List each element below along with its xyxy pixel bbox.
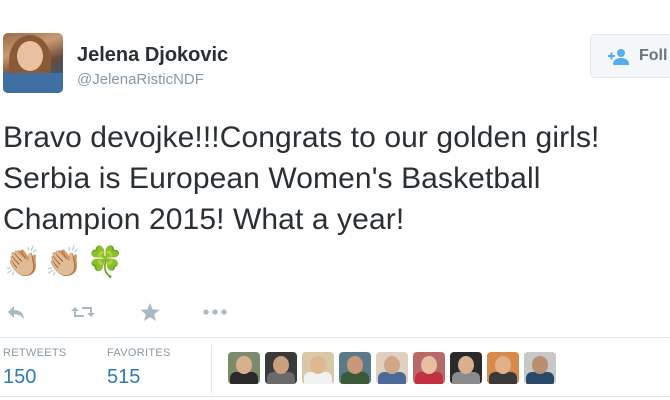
favorites-label: FAVORITES	[107, 347, 171, 359]
author-handle[interactable]: @JelenaRisticNDF	[77, 71, 204, 88]
tweet-text: Bravo devojke!!!Congrats to our golden g…	[3, 121, 600, 236]
stats-top-divider	[0, 337, 670, 338]
add-user-icon	[608, 49, 629, 65]
star-icon[interactable]	[139, 300, 161, 324]
favoriter-avatar-3[interactable]	[302, 352, 334, 384]
follow-label: Foll	[639, 47, 668, 64]
four-leaf-clover-emoji: 🍀	[86, 246, 125, 279]
favoriter-avatar-9[interactable]	[524, 352, 556, 384]
reply-icon[interactable]	[6, 300, 26, 324]
favoriter-avatar-7[interactable]	[450, 352, 482, 384]
author-avatar[interactable]	[3, 33, 63, 93]
clapping-hands-emoji: 👏🏼	[45, 246, 83, 279]
clapping-hands-emoji: 👏🏼	[4, 246, 42, 279]
author-name[interactable]: Jelena Djokovic	[77, 44, 228, 67]
favoriter-avatar-1[interactable]	[228, 352, 260, 384]
favoriter-avatar-2[interactable]	[265, 352, 297, 384]
stats-bottom-divider	[0, 396, 670, 397]
favoriter-avatar-5[interactable]	[376, 352, 408, 384]
favoriter-avatar-8[interactable]	[487, 352, 519, 384]
more-icon[interactable]	[202, 300, 228, 324]
emoji-row: 👏🏼 👏🏼 🍀	[4, 245, 128, 281]
stats-divider	[211, 345, 212, 393]
follow-button[interactable]: Foll	[590, 34, 670, 78]
retweet-icon[interactable]	[70, 300, 96, 324]
retweets-count: 150	[3, 366, 37, 388]
retweets-label: RETWEETS	[3, 347, 67, 359]
favorites-count: 515	[107, 366, 141, 388]
favoriter-avatar-6[interactable]	[413, 352, 445, 384]
favoriter-avatar-4[interactable]	[339, 352, 371, 384]
